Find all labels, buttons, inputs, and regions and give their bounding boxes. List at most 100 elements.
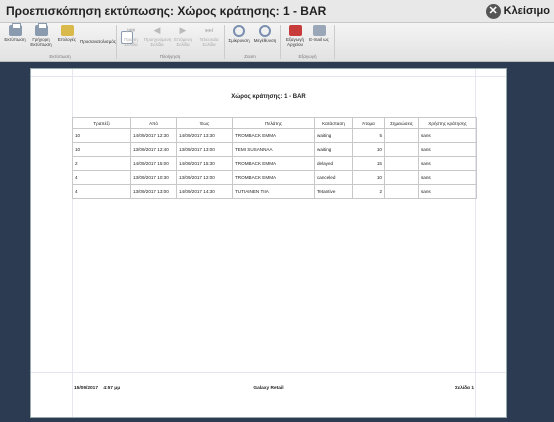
group-label-export: Εξαγωγή <box>298 54 317 59</box>
table-cell: Tetantive <box>314 184 353 199</box>
table-cell: 4 <box>72 184 131 199</box>
quick-print-label: Γρήγορη Εκτύπωση <box>30 37 52 47</box>
close-icon: ✕ <box>485 3 501 19</box>
table-row: 10 13/09/2017 12:40 13/09/2017 13:00 TEM… <box>72 142 477 157</box>
options-icon <box>60 25 74 36</box>
group-label-print: Εκτύπωση <box>49 54 71 59</box>
margin-line-top <box>31 76 506 77</box>
table-cell: 10 <box>72 128 131 143</box>
reservations-table: Τραπέζι Από Έως Πελάτης Κατάσταση Άτομα … <box>72 117 477 199</box>
export-file-icon <box>288 25 302 36</box>
ribbon-separator <box>334 25 335 59</box>
table-cell: sans <box>418 170 477 185</box>
last-page-label: Τελευταία Σελίδα <box>199 37 219 47</box>
column-header: Σημειώσεις <box>384 117 419 129</box>
previous-page-button[interactable]: ◀ Προηγούμενη Σελίδα <box>144 23 172 55</box>
printer-icon <box>8 23 22 36</box>
options-button[interactable]: Επιλογές <box>54 23 80 55</box>
table-cell: 5 <box>352 128 385 143</box>
export-file-label: Εξαγωγή Αρχείου <box>285 37 304 47</box>
column-header: Έως <box>176 117 233 129</box>
margin-line-bottom <box>31 372 506 373</box>
options-label: Επιλογές <box>57 37 77 42</box>
column-header: Πελάτης <box>232 117 315 129</box>
previous-page-label: Προηγούμενη Σελίδα <box>144 37 172 47</box>
table-cell: 13/09/2017 10:30 <box>130 170 177 185</box>
table-cell <box>384 142 419 157</box>
table-cell: 14/09/2017 13:30 <box>176 128 233 143</box>
table-cell <box>384 156 419 171</box>
table-cell: 13/09/2017 12:40 <box>130 142 177 157</box>
table-cell: 2 <box>352 184 385 199</box>
column-header: Άτομα <box>352 117 385 129</box>
print-button[interactable]: Εκτύπωση <box>2 23 28 55</box>
quick-print-button[interactable]: Γρήγορη Εκτύπωση <box>28 23 54 55</box>
first-page-label: Πρώτη Σελίδα <box>124 37 138 47</box>
first-page-icon: ⏮ <box>126 25 136 35</box>
email-icon <box>312 25 326 36</box>
table-cell: sans <box>418 184 477 199</box>
table-cell <box>384 128 419 143</box>
footer-company: Galaxy Retail <box>253 386 284 391</box>
table-cell: 13/09/2017 13:00 <box>130 184 177 199</box>
title-bar: Προεπισκόπηση εκτύπωσης: Χώρος κράτησης:… <box>0 0 554 23</box>
close-button[interactable]: ✕ Κλείσιμο <box>485 3 550 19</box>
zoom-out-icon <box>233 25 245 37</box>
table-cell: 14/09/2017 14:30 <box>176 184 233 199</box>
table-cell: 2 <box>72 156 131 171</box>
preview-area[interactable]: Χώρος κράτησης: 1 - BAR Τραπέζι Από Έως … <box>0 62 554 422</box>
quick-print-icon <box>34 23 48 36</box>
table-cell: TROMBACK EMMA <box>232 170 315 185</box>
last-page-icon: ⏭ <box>204 25 214 35</box>
table-cell: 10 <box>352 170 385 185</box>
table-cell: 4 <box>72 170 131 185</box>
email-button[interactable]: E-mail ως <box>306 23 332 55</box>
table-cell: waiting <box>314 142 353 157</box>
table-cell: TUTIAINEN TIIA <box>232 184 315 199</box>
zoom-out-button[interactable]: Σμίκρυνση <box>226 23 252 55</box>
zoom-in-button[interactable]: Μεγέθυνση <box>252 23 278 55</box>
column-header: Από <box>130 117 177 129</box>
report-title: Χώρος κράτησης: 1 - BAR <box>231 94 306 100</box>
table-cell: 13/09/2017 12:00 <box>176 170 233 185</box>
zoom-in-label: Μεγέθυνση <box>253 38 277 43</box>
table-cell: delayed <box>314 156 353 171</box>
column-header: Τραπέζι <box>72 117 131 129</box>
table-cell: sans <box>418 142 477 157</box>
zoom-in-icon <box>259 25 271 37</box>
table-cell: 14/09/2017 15:30 <box>176 156 233 171</box>
next-page-button[interactable]: ▶ Επόμενη Σελίδα <box>170 23 196 55</box>
table-cell: TROMBACK EMMA <box>232 128 315 143</box>
last-page-button[interactable]: ⏭ Τελευταία Σελίδα <box>196 23 222 55</box>
table-cell: TROMBACK EMMA <box>232 156 315 171</box>
footer-page-number: Σελίδα 1 <box>454 386 474 391</box>
table-cell <box>384 170 419 185</box>
table-cell: sans <box>418 156 477 171</box>
first-page-button[interactable]: ⏮ Πρώτη Σελίδα <box>118 23 144 55</box>
ribbon-separator <box>280 25 281 59</box>
table-row: 10 14/09/2017 12:30 14/09/2017 13:30 TRO… <box>72 128 477 143</box>
table-cell: 13/09/2017 13:00 <box>176 142 233 157</box>
next-page-icon: ▶ <box>179 25 187 35</box>
table-cell: 14/09/2017 15:00 <box>130 156 177 171</box>
next-page-label: Επόμενη Σελίδα <box>174 37 192 47</box>
previous-page-icon: ◀ <box>153 25 161 35</box>
table-cell: sans <box>418 128 477 143</box>
ribbon-separator <box>116 25 117 59</box>
table-cell: 10 <box>72 142 131 157</box>
orientation-button[interactable]: Προσανατολισμός <box>80 23 133 55</box>
table-row: 2 14/09/2017 15:00 14/09/2017 15:30 TROM… <box>72 156 477 171</box>
table-header-row: Τραπέζι Από Έως Πελάτης Κατάσταση Άτομα … <box>72 117 477 129</box>
group-label-zoom: Zoom <box>244 54 256 59</box>
export-file-button[interactable]: Εξαγωγή Αρχείου <box>282 23 308 55</box>
table-cell: canceled <box>314 170 353 185</box>
group-label-navigation: Πλοήγηση <box>159 54 181 59</box>
table-cell: waiting <box>314 128 353 143</box>
table-cell: TEMI SUSANNAA <box>232 142 315 157</box>
column-header: Κατάσταση <box>314 117 353 129</box>
report-page: Χώρος κράτησης: 1 - BAR Τραπέζι Από Έως … <box>30 68 507 418</box>
zoom-out-label: Σμίκρυνση <box>228 38 250 43</box>
ribbon-separator <box>224 25 225 59</box>
table-cell: 10 <box>352 142 385 157</box>
table-row: 4 13/09/2017 10:30 13/09/2017 12:00 TROM… <box>72 170 477 185</box>
